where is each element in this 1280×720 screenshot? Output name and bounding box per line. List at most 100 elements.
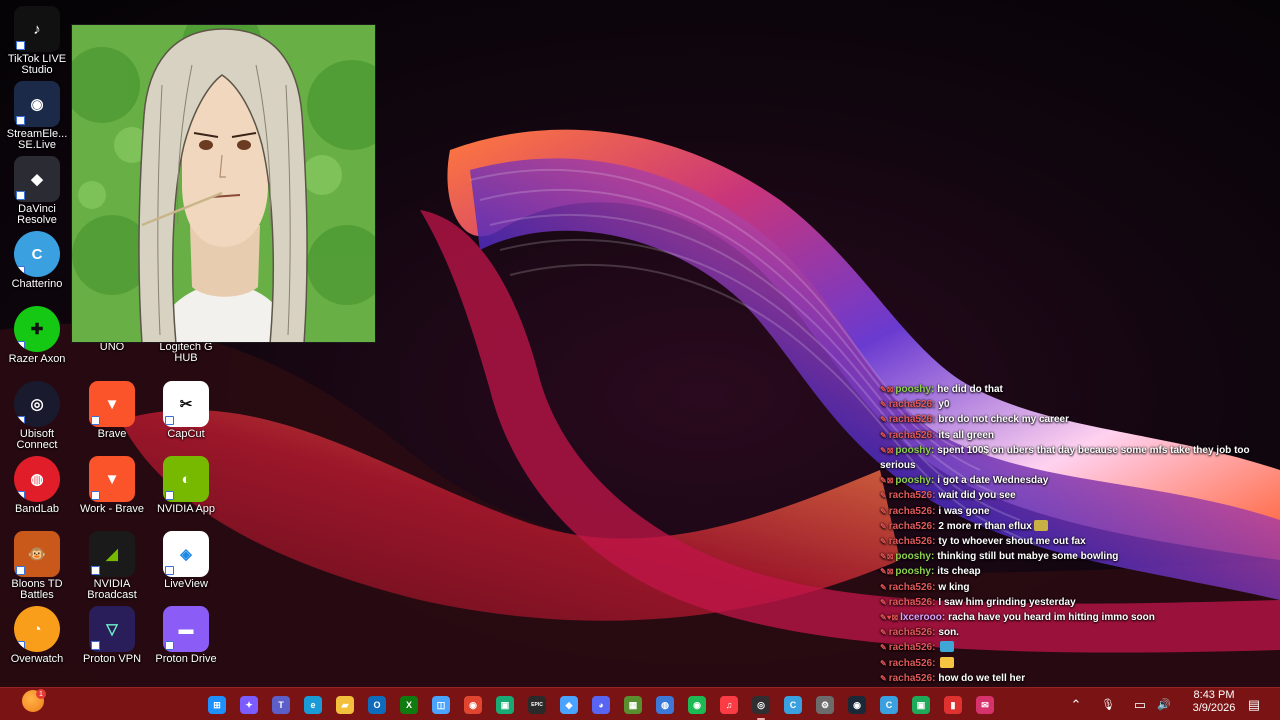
- chat-badge-icon: ✎: [880, 491, 887, 501]
- chat-message: ✎ racha526: y0: [880, 397, 1272, 412]
- chat-message: ✎ racha526: ty to whoever shout me out fax: [880, 534, 1272, 549]
- chat-text: son.: [938, 627, 959, 639]
- chat-message: ✎ racha526: wait did you see: [880, 488, 1272, 503]
- taskbar-steam-icon[interactable]: ◉: [848, 696, 866, 714]
- uno-shortcut[interactable]: UNO: [75, 342, 149, 353]
- chat-message: ✎⊠ pooshy: i got a date Wednesday: [880, 473, 1272, 488]
- taskbar-app-glyph: ◉: [693, 699, 701, 710]
- work-brave-shortcut[interactable]: ▼ Work - Brave: [75, 456, 149, 515]
- liveview-shortcut[interactable]: ◈ LiveView: [149, 531, 223, 590]
- taskbar-game-app-icon[interactable]: ▣: [496, 696, 514, 714]
- chat-username: pooshy:: [895, 551, 935, 563]
- chat-message: ✎⊠ pooshy: he did do that: [880, 382, 1272, 397]
- taskbar-obs-icon[interactable]: ◎: [752, 696, 770, 720]
- chat-message: ✎ racha526:: [880, 656, 1272, 671]
- logitech-g-hub-shortcut[interactable]: Logitech G HUB: [149, 342, 223, 364]
- taskbar-app-glyph: ✉: [981, 699, 989, 710]
- taskbar-app-glyph: ◍: [661, 699, 669, 710]
- chat-username: racha526:: [888, 536, 936, 548]
- taskbar-start-icon[interactable]: ⊞: [208, 696, 226, 714]
- chat-message: ✎ racha526:: [880, 640, 1272, 655]
- taskbar-file-explorer-icon[interactable]: ▰: [336, 696, 354, 714]
- show-hidden-icons-chevron-icon[interactable]: ⌃: [1066, 688, 1086, 720]
- taskbar-app-glyph: ⚙: [820, 699, 830, 710]
- chat-message: ✎⊠ pooshy: spent 100$ on ubers that day be…: [880, 443, 1272, 473]
- taskbar-edge-icon[interactable]: e: [304, 696, 322, 714]
- razer-axon-shortcut[interactable]: ✚ Razer Axon: [0, 306, 74, 365]
- bloons-td-battles-shortcut[interactable]: 🐵 Bloons TD Battles: [0, 531, 74, 601]
- taskbar-chrome-icon[interactable]: ◉: [464, 696, 482, 714]
- taskbar-chatterino-icon[interactable]: C: [784, 696, 802, 714]
- proton-drive-shortcut[interactable]: ▬ Proton Drive: [149, 606, 223, 665]
- chat-badge-icon: ✎⊠: [880, 445, 894, 455]
- chatterino-shortcut[interactable]: C Chatterino: [0, 231, 74, 290]
- davinci-resolve-icon: ◆: [14, 156, 60, 202]
- taskbar-copilot-icon[interactable]: ✦: [240, 696, 258, 714]
- taskbar-chatterino-2-icon[interactable]: C: [880, 696, 898, 714]
- clock-time: 8:43 PM: [1193, 689, 1235, 701]
- taskbar-minecraft-icon[interactable]: ▦: [624, 696, 642, 714]
- taskbar-xbox-icon[interactable]: X: [400, 696, 418, 714]
- chat-text: he did do that: [937, 384, 1003, 395]
- microphone-icon[interactable]: 🎙: [1098, 688, 1118, 720]
- chat-username: racha526:: [888, 414, 936, 426]
- streamelements-icon: ◉: [14, 81, 60, 127]
- taskbar-app-glyph: X: [405, 700, 412, 710]
- tiktok-live-studio-shortcut[interactable]: ♪ TikTok LIVE Studio: [0, 6, 74, 76]
- desktop-icon-label: Overwatch: [10, 653, 64, 665]
- chat-emote-icon: [940, 641, 955, 653]
- notification-badge: 1: [36, 689, 46, 699]
- chat-text: its all green: [938, 429, 994, 441]
- chat-username: racha526:: [888, 399, 936, 411]
- davinci-resolve-shortcut[interactable]: ◆ DaVinci Resolve: [0, 156, 74, 226]
- overwatch-shortcut[interactable]: ◔ Overwatch: [0, 606, 74, 665]
- taskbar: ⊞ ✦ Te ▰ O X ◫ ◉ ▣ EPIC ◆ ◕ ▦ ◍ ◉ ♫ ◎ C ⚙ ◉ C ▣ ▮ ✉ ⌃ 🎙 ▭ 🔊 ▤: [0, 687, 1280, 720]
- taskbar-outlook-icon[interactable]: O: [368, 696, 386, 714]
- chat-username: racha526:: [888, 581, 936, 593]
- chat-badge-icon: ✎: [880, 415, 887, 425]
- taskbar-music-icon[interactable]: ♫: [720, 696, 738, 714]
- desktop-icon-label: NVIDIA Broadcast: [87, 578, 137, 601]
- proton-drive-icon: ▬: [163, 606, 209, 652]
- taskbar-mail-app-icon[interactable]: ✉: [976, 696, 994, 714]
- desktop-icon-label: Razer Axon: [8, 353, 66, 365]
- taskbar-red-app-icon[interactable]: ▮: [944, 696, 962, 714]
- taskbar-generic-app-icon[interactable]: ◍: [656, 696, 674, 714]
- taskbar-store-icon[interactable]: ◫: [432, 696, 450, 714]
- taskbar-discord-icon[interactable]: ◕: [592, 696, 610, 714]
- network-icon[interactable]: ▭: [1130, 688, 1150, 720]
- nvidia-app-shortcut[interactable]: ◐ NVIDIA App: [149, 456, 223, 515]
- capcut-shortcut[interactable]: ✂ CapCut: [149, 381, 223, 440]
- chat-emote-icon: [940, 656, 955, 668]
- chat-badge-icon: ✎⊠: [880, 476, 894, 486]
- chat-message: ✎ racha526: I saw him grinding yesterday: [880, 595, 1272, 610]
- taskbar-riot-icon[interactable]: ◆: [560, 696, 578, 714]
- brave-shortcut[interactable]: ▼ Brave: [75, 381, 149, 440]
- taskbar-app-glyph: ▰: [341, 699, 349, 710]
- chat-badge-icon: ✎⊠: [880, 567, 894, 577]
- bandlab-shortcut[interactable]: ◍ BandLab: [0, 456, 74, 515]
- capcut-icon: ✂: [163, 381, 209, 427]
- ubisoft-connect-shortcut[interactable]: ◎ Ubisoft Connect: [0, 381, 74, 451]
- streamelements-shortcut[interactable]: ◉ StreamEle... SE.Live: [0, 81, 74, 151]
- taskbar-spotify-icon[interactable]: ◉: [688, 696, 706, 714]
- taskbar-green-app-icon[interactable]: ▣: [912, 696, 930, 714]
- desktop-icon-label: Brave: [97, 428, 127, 440]
- nvidia-broadcast-shortcut[interactable]: ◢ NVIDIA Broadcast: [75, 531, 149, 601]
- taskbar-app-glyph: ▮: [950, 699, 956, 710]
- taskbar-clock[interactable]: 8:43 PM 3/9/2026: [1186, 689, 1242, 715]
- chat-username: racha526:: [888, 520, 936, 532]
- proton-vpn-shortcut[interactable]: ▽ Proton VPN: [75, 606, 149, 665]
- chat-text: bro do not check my career: [938, 414, 1070, 426]
- chat-badge-icon: ✎: [880, 400, 887, 410]
- notification-center-icon[interactable]: ▤: [1244, 688, 1264, 720]
- chat-message: ✎ racha526: i was gone: [880, 504, 1272, 519]
- taskbar-app-glyph: C: [789, 700, 797, 710]
- taskbar-teams-icon[interactable]: T: [272, 696, 290, 714]
- volume-icon[interactable]: 🔊: [1154, 688, 1174, 720]
- desktop-icon-label: DaVinci Resolve: [17, 203, 57, 226]
- taskbar-epic-games-icon[interactable]: EPIC: [528, 696, 546, 714]
- taskbar-settings-icon[interactable]: ⚙: [816, 696, 834, 714]
- taskbar-app-glyph: e: [310, 700, 316, 710]
- chat-badge-icon: ✎: [880, 597, 887, 607]
